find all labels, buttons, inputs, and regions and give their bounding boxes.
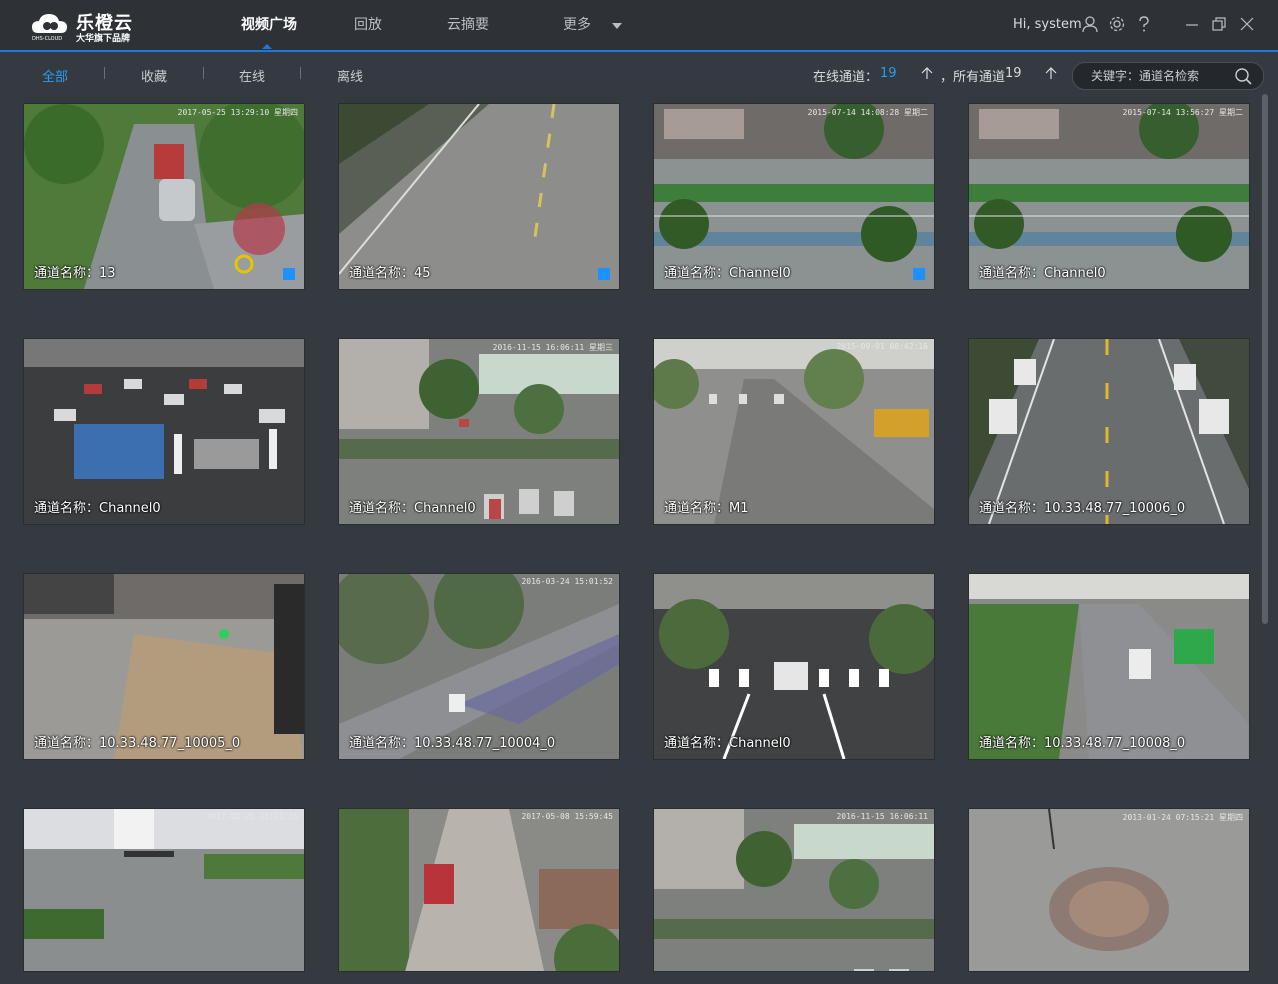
video-tile[interactable]: 2015-07-14 14:08:28 星期二 通道名称：Channel0 xyxy=(653,103,935,290)
video-tile[interactable]: 2015-07-14 13:56:27 星期二 通道名称：Channel0 xyxy=(968,103,1250,290)
video-tile[interactable]: 2015-09-01 08:42:16 通道名称：M1 xyxy=(653,338,935,525)
online-channels-label: 在线通道： xyxy=(813,70,879,85)
tile-caption: 通道名称：45 xyxy=(349,266,431,281)
minimize-icon[interactable] xyxy=(1183,14,1201,34)
tile-timestamp: 2016-11-15 16:06:11 xyxy=(836,812,928,821)
tile-timestamp: 2017-05-25 13:29:10 星期四 xyxy=(177,108,298,117)
close-icon[interactable] xyxy=(1238,14,1256,34)
camera-snapshot xyxy=(24,809,304,971)
video-tile[interactable]: 2016-11-15 16:06:11 xyxy=(653,808,935,972)
user-greeting: Hi, system xyxy=(1013,17,1082,32)
filter-divider xyxy=(300,67,301,79)
logo-subtitle: 大华旗下品牌 xyxy=(76,34,131,44)
nav-video-square[interactable]: 视频广场 xyxy=(241,0,297,50)
nav-more[interactable]: 更多 xyxy=(563,0,591,50)
video-tile[interactable]: 2017-05-25 13:21:16 xyxy=(23,808,305,972)
sort-online-arrow-icon[interactable] xyxy=(920,64,934,82)
tile-timestamp: 2017-05-08 15:59:45 xyxy=(521,812,613,821)
nav-playback[interactable]: 回放 xyxy=(354,0,382,50)
camera-snapshot xyxy=(339,809,619,971)
filter-offline[interactable]: 离线 xyxy=(337,66,363,85)
tile-caption: 通道名称：10.33.48.77_10008_0 xyxy=(979,736,1186,751)
tile-caption: 通道名称：13 xyxy=(34,266,116,281)
selected-marker[interactable] xyxy=(283,268,295,280)
tile-caption: 通道名称：M1 xyxy=(664,501,749,516)
restore-window-icon[interactable] xyxy=(1210,14,1228,34)
app-logo: 乐橙云 大华旗下品牌 DHS-CLOUD xyxy=(30,11,140,44)
video-tile[interactable]: 通道名称：45 xyxy=(338,103,620,290)
tile-timestamp: 2016-03-24 15:01:52 xyxy=(521,577,613,586)
all-channels-label: ，所有通道 xyxy=(940,70,1006,85)
title-bar: 乐橙云 大华旗下品牌 DHS-CLOUD 视频广场 回放 云摘要 更多 Hi, … xyxy=(0,0,1278,52)
filter-favorites[interactable]: 收藏 xyxy=(141,66,167,85)
video-tile[interactable]: 通道名称：Channel0 xyxy=(23,338,305,525)
selected-marker[interactable] xyxy=(913,268,925,280)
vertical-scrollbar[interactable] xyxy=(1262,94,1268,624)
nav-cloud-summary[interactable]: 云摘要 xyxy=(447,0,489,50)
logo-brand: DHS-CLOUD xyxy=(32,36,63,42)
selected-marker[interactable] xyxy=(598,268,610,280)
user-icon[interactable] xyxy=(1080,14,1100,34)
camera-snapshot xyxy=(654,809,934,971)
tile-caption: 通道名称：Channel0 xyxy=(664,266,791,281)
tile-timestamp: 2015-09-01 08:42:16 xyxy=(836,342,928,351)
tile-caption: 通道名称：Channel0 xyxy=(979,266,1106,281)
tile-caption: 通道名称：10.33.48.77_10005_0 xyxy=(34,736,241,751)
tile-timestamp: 2015-07-14 14:08:28 星期二 xyxy=(807,108,928,117)
video-tile[interactable]: 通道名称：Channel0 xyxy=(653,573,935,760)
video-tile[interactable]: 2017-05-08 15:59:45 xyxy=(338,808,620,972)
tile-caption: 通道名称：10.33.48.77_10006_0 xyxy=(979,501,1186,516)
video-tile[interactable]: 通道名称：10.33.48.77_10005_0 xyxy=(23,573,305,760)
all-channels-count: 19 xyxy=(1005,66,1022,81)
filter-all[interactable]: 全部 xyxy=(42,66,68,85)
active-tab-indicator xyxy=(262,44,272,49)
tile-timestamp: 2016-11-15 16:06:11 星期三 xyxy=(492,343,613,352)
tile-caption: 通道名称：10.33.48.77_10004_0 xyxy=(349,736,556,751)
video-tile[interactable]: 2016-11-15 16:06:11 星期三 通道名称：Channel0 xyxy=(338,338,620,525)
video-tile[interactable]: 2016-03-24 15:01:52 通道名称：10.33.48.77_100… xyxy=(338,573,620,760)
channel-search-box[interactable] xyxy=(1072,62,1264,90)
video-tile[interactable]: 通道名称：10.33.48.77_10008_0 xyxy=(968,573,1250,760)
video-tile[interactable]: 通道名称：10.33.48.77_10006_0 xyxy=(968,338,1250,525)
settings-gear-icon[interactable] xyxy=(1107,14,1127,34)
video-tile[interactable]: 2017-05-25 13:29:10 星期四 通道名称：13 xyxy=(23,103,305,290)
help-icon[interactable] xyxy=(1134,14,1154,34)
online-channels-count: 19 xyxy=(880,66,897,81)
sort-all-arrow-icon[interactable] xyxy=(1044,64,1058,82)
filter-divider xyxy=(203,67,204,79)
filter-online[interactable]: 在线 xyxy=(239,66,265,85)
tile-timestamp: 2015-07-14 13:56:27 星期二 xyxy=(1122,108,1243,117)
tile-caption: 通道名称：Channel0 xyxy=(34,501,161,516)
more-dropdown-icon[interactable] xyxy=(612,23,622,29)
filter-divider xyxy=(104,67,105,79)
camera-snapshot xyxy=(969,809,1249,971)
tile-caption: 通道名称：Channel0 xyxy=(664,736,791,751)
search-icon[interactable] xyxy=(1233,66,1253,86)
tile-timestamp: 2013-01-24 07:15:21 星期四 xyxy=(1122,813,1243,822)
search-input[interactable] xyxy=(1091,63,1231,89)
video-tile[interactable]: 2013-01-24 07:15:21 星期四 xyxy=(968,808,1250,972)
tile-caption: 通道名称：Channel0 xyxy=(349,501,476,516)
tile-timestamp: 2017-05-25 13:21:16 xyxy=(206,812,298,821)
